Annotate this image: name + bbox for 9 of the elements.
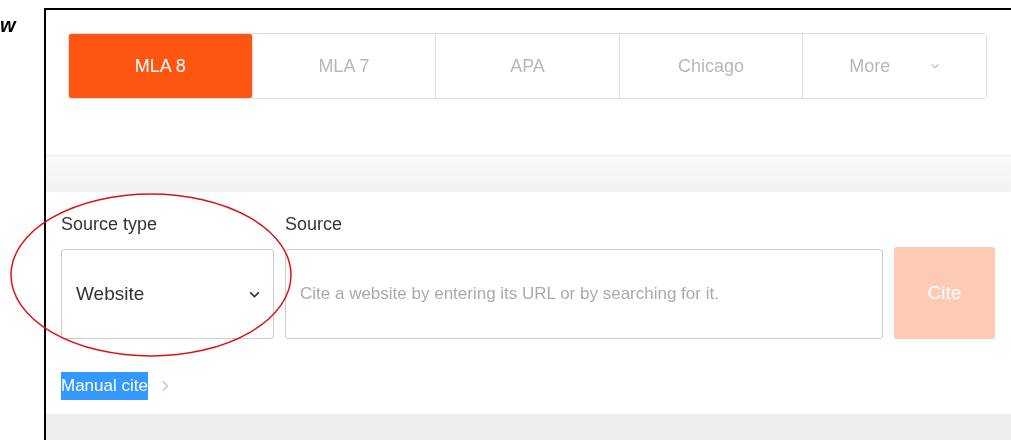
style-tab[interactable]: MLA 8	[69, 34, 252, 98]
chevron-down-icon	[930, 61, 941, 71]
manual-cite-link[interactable]: Manual cite	[61, 372, 148, 400]
field-label: Source	[285, 214, 344, 235]
field-label: Source type	[61, 214, 159, 235]
source-input[interactable]: Cite a website by entering its URL or by searching for it.	[285, 249, 883, 339]
cut-off-text: w	[0, 14, 16, 36]
source-type-select[interactable]: Website	[61, 249, 274, 339]
style-tab[interactable]: More	[802, 34, 986, 98]
